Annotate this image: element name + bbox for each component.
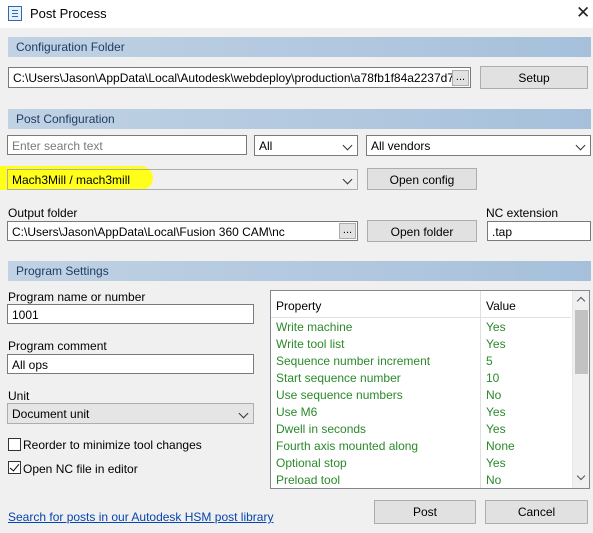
cancel-button[interactable]: Cancel xyxy=(485,500,588,524)
property-grid-scrollbar[interactable] xyxy=(572,291,589,488)
chevron-down-icon xyxy=(342,174,353,185)
property-name: Use M6 xyxy=(276,405,318,419)
property-value[interactable]: None xyxy=(486,439,515,453)
property-value[interactable]: Yes xyxy=(486,456,506,470)
post-processor-value: Mach3Mill / mach3mill xyxy=(12,173,131,187)
post-processor-select[interactable]: Mach3Mill / mach3mill xyxy=(7,169,358,190)
configuration-folder-field[interactable]: C:\Users\Jason\AppData\Local\Autodesk\we… xyxy=(8,67,471,88)
nc-extension-value: .tap xyxy=(492,225,513,239)
open-nc-checkbox[interactable] xyxy=(8,461,21,474)
property-row[interactable]: Write tool list Yes xyxy=(271,336,571,353)
property-name: Fourth axis mounted along xyxy=(276,439,419,453)
property-value[interactable]: Yes xyxy=(486,320,506,334)
open-folder-button[interactable]: Open folder xyxy=(367,220,477,242)
property-name: Sequence number increment xyxy=(276,354,431,368)
property-name: Use sequence numbers xyxy=(276,388,403,402)
section-program-settings: Program Settings xyxy=(8,261,591,281)
chevron-down-icon xyxy=(342,140,353,151)
chevron-down-icon xyxy=(575,140,586,151)
post-filter-select[interactable]: All xyxy=(254,135,358,156)
property-name: Dwell in seconds xyxy=(276,422,367,436)
property-value[interactable]: No xyxy=(486,388,501,402)
property-column-header[interactable]: Property xyxy=(276,299,321,313)
post-search-placeholder: Enter search text xyxy=(12,139,103,153)
property-name: Start sequence number xyxy=(276,371,401,385)
program-name-input[interactable]: 1001 xyxy=(7,304,254,324)
unit-select[interactable]: Document unit xyxy=(7,403,254,424)
scroll-up-icon[interactable] xyxy=(576,296,586,306)
reorder-label: Reorder to minimize tool changes xyxy=(23,438,202,452)
property-name: Write machine xyxy=(276,320,353,334)
property-row[interactable]: Sequence number increment 5 xyxy=(271,353,571,370)
property-row[interactable]: Use sequence numbers No xyxy=(271,387,571,404)
property-value[interactable]: Yes xyxy=(486,422,506,436)
post-library-link[interactable]: Search for posts in our Autodesk HSM pos… xyxy=(8,510,273,524)
property-value[interactable]: 10 xyxy=(486,371,499,385)
property-name: Preload tool xyxy=(276,473,341,487)
property-row[interactable]: Start sequence number 10 xyxy=(271,370,571,387)
scroll-thumb[interactable] xyxy=(575,310,588,374)
property-row[interactable]: Fourth axis mounted along None xyxy=(271,438,571,455)
program-comment-label: Program comment xyxy=(8,339,107,353)
section-post-configuration: Post Configuration xyxy=(8,109,591,129)
check-icon xyxy=(9,461,20,472)
property-row[interactable]: Optional stop Yes xyxy=(271,455,571,472)
property-row[interactable]: Dwell in seconds Yes xyxy=(271,421,571,438)
property-row[interactable]: Write machine Yes xyxy=(271,319,571,336)
property-grid-header: Property Value xyxy=(271,291,571,318)
post-filter-value: All xyxy=(259,139,273,153)
program-name-value: 1001 xyxy=(12,308,39,322)
configuration-folder-path: C:\Users\Jason\AppData\Local\Autodesk\we… xyxy=(13,71,468,85)
property-value[interactable]: No xyxy=(486,473,501,487)
property-value[interactable]: Yes xyxy=(486,337,506,351)
post-process-app-icon xyxy=(8,6,22,21)
value-column-header[interactable]: Value xyxy=(486,299,516,313)
property-value[interactable]: 5 xyxy=(486,354,493,368)
configuration-folder-browse-button[interactable]: ... xyxy=(452,70,469,86)
chevron-down-icon xyxy=(238,408,249,419)
close-icon[interactable]: ✕ xyxy=(576,3,590,23)
output-folder-browse-button[interactable]: ... xyxy=(339,223,356,239)
open-config-button[interactable]: Open config xyxy=(367,168,477,190)
open-nc-label: Open NC file in editor xyxy=(23,462,138,476)
reorder-checkbox[interactable] xyxy=(8,438,21,451)
nc-extension-label: NC extension xyxy=(486,206,559,220)
property-name: Optional stop xyxy=(276,456,347,470)
scroll-down-icon[interactable] xyxy=(576,471,586,481)
property-value[interactable]: Yes xyxy=(486,405,506,419)
property-row[interactable]: Use M6 Yes xyxy=(271,404,571,421)
unit-label: Unit xyxy=(8,389,30,403)
property-name: Write tool list xyxy=(276,337,345,351)
nc-extension-field[interactable]: .tap xyxy=(487,221,591,241)
section-configuration-folder: Configuration Folder xyxy=(8,37,591,57)
post-button[interactable]: Post xyxy=(374,500,476,524)
output-folder-field[interactable]: C:\Users\Jason\AppData\Local\Fusion 360 … xyxy=(7,221,358,241)
program-comment-input[interactable]: All ops xyxy=(7,354,254,374)
window-title: Post Process xyxy=(30,6,107,21)
setup-button[interactable]: Setup xyxy=(480,66,588,89)
output-folder-label: Output folder xyxy=(8,206,78,220)
output-folder-path: C:\Users\Jason\AppData\Local\Fusion 360 … xyxy=(12,225,285,239)
property-grid: Property Value Write machine Yes Write too… xyxy=(270,290,590,489)
unit-value: Document unit xyxy=(12,407,90,421)
vendor-select[interactable]: All vendors xyxy=(366,135,591,156)
vendor-value: All vendors xyxy=(371,139,431,153)
program-name-label: Program name or number xyxy=(8,290,146,304)
program-comment-value: All ops xyxy=(12,358,49,372)
property-row[interactable]: Preload tool No xyxy=(271,472,571,488)
post-search-input[interactable]: Enter search text xyxy=(7,135,247,155)
